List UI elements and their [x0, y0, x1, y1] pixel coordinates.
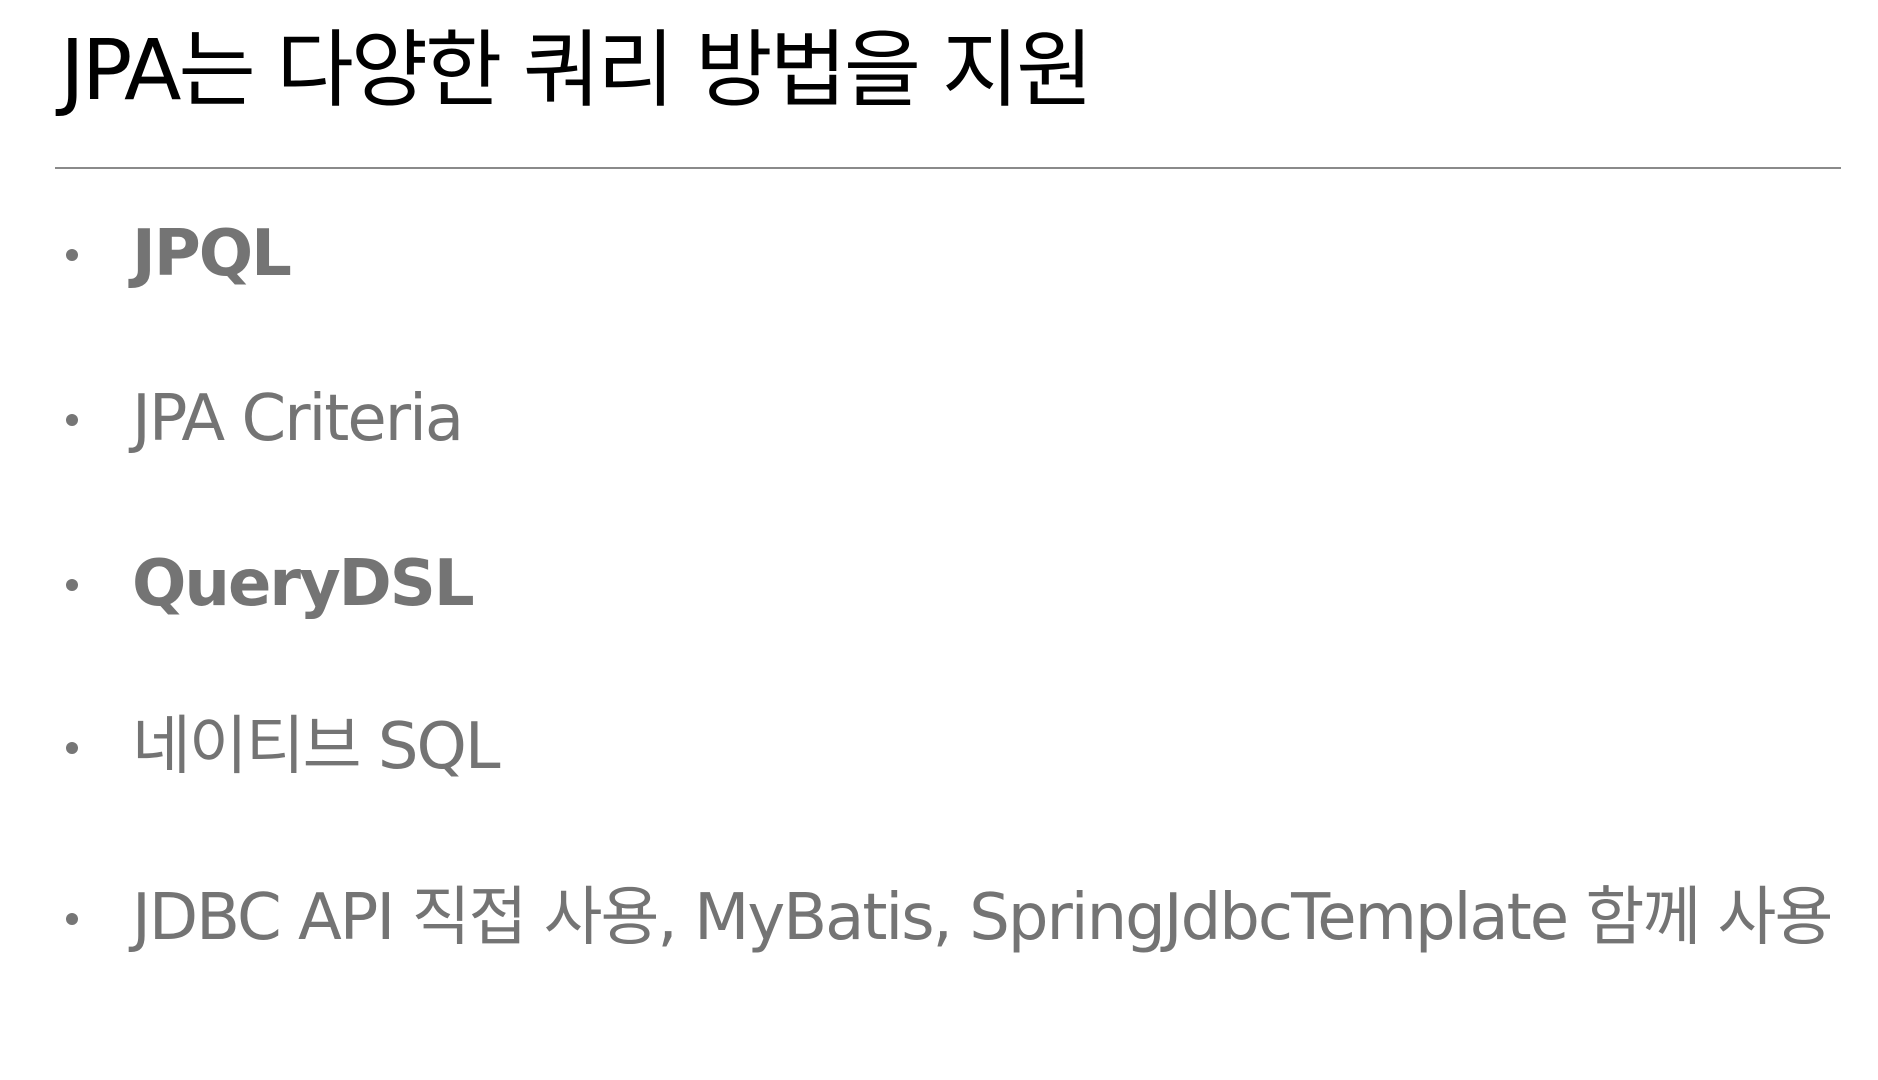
bullet-text: JPQL	[132, 217, 292, 291]
bullet-list: JPQL JPA Criteria QueryDSL 네이티브 SQL JDBC…	[0, 0, 1878, 1080]
bullet-dot-icon	[66, 742, 78, 754]
bullet-text: QueryDSL	[132, 547, 475, 621]
bullet-dot-icon	[66, 249, 78, 261]
bullet-dot-icon	[66, 913, 78, 925]
bullet-dot-icon	[66, 579, 78, 591]
bullet-text: JDBC API 직접 사용, MyBatis, SpringJdbcTempl…	[132, 881, 1833, 955]
bullet-text: 네이티브 SQL	[132, 710, 501, 784]
bullet-text: JPA Criteria	[132, 382, 464, 456]
bullet-dot-icon	[66, 414, 78, 426]
slide: JPA는 다양한 쿼리 방법을 지원 JPQL JPA Criteria Que…	[0, 0, 1878, 1080]
